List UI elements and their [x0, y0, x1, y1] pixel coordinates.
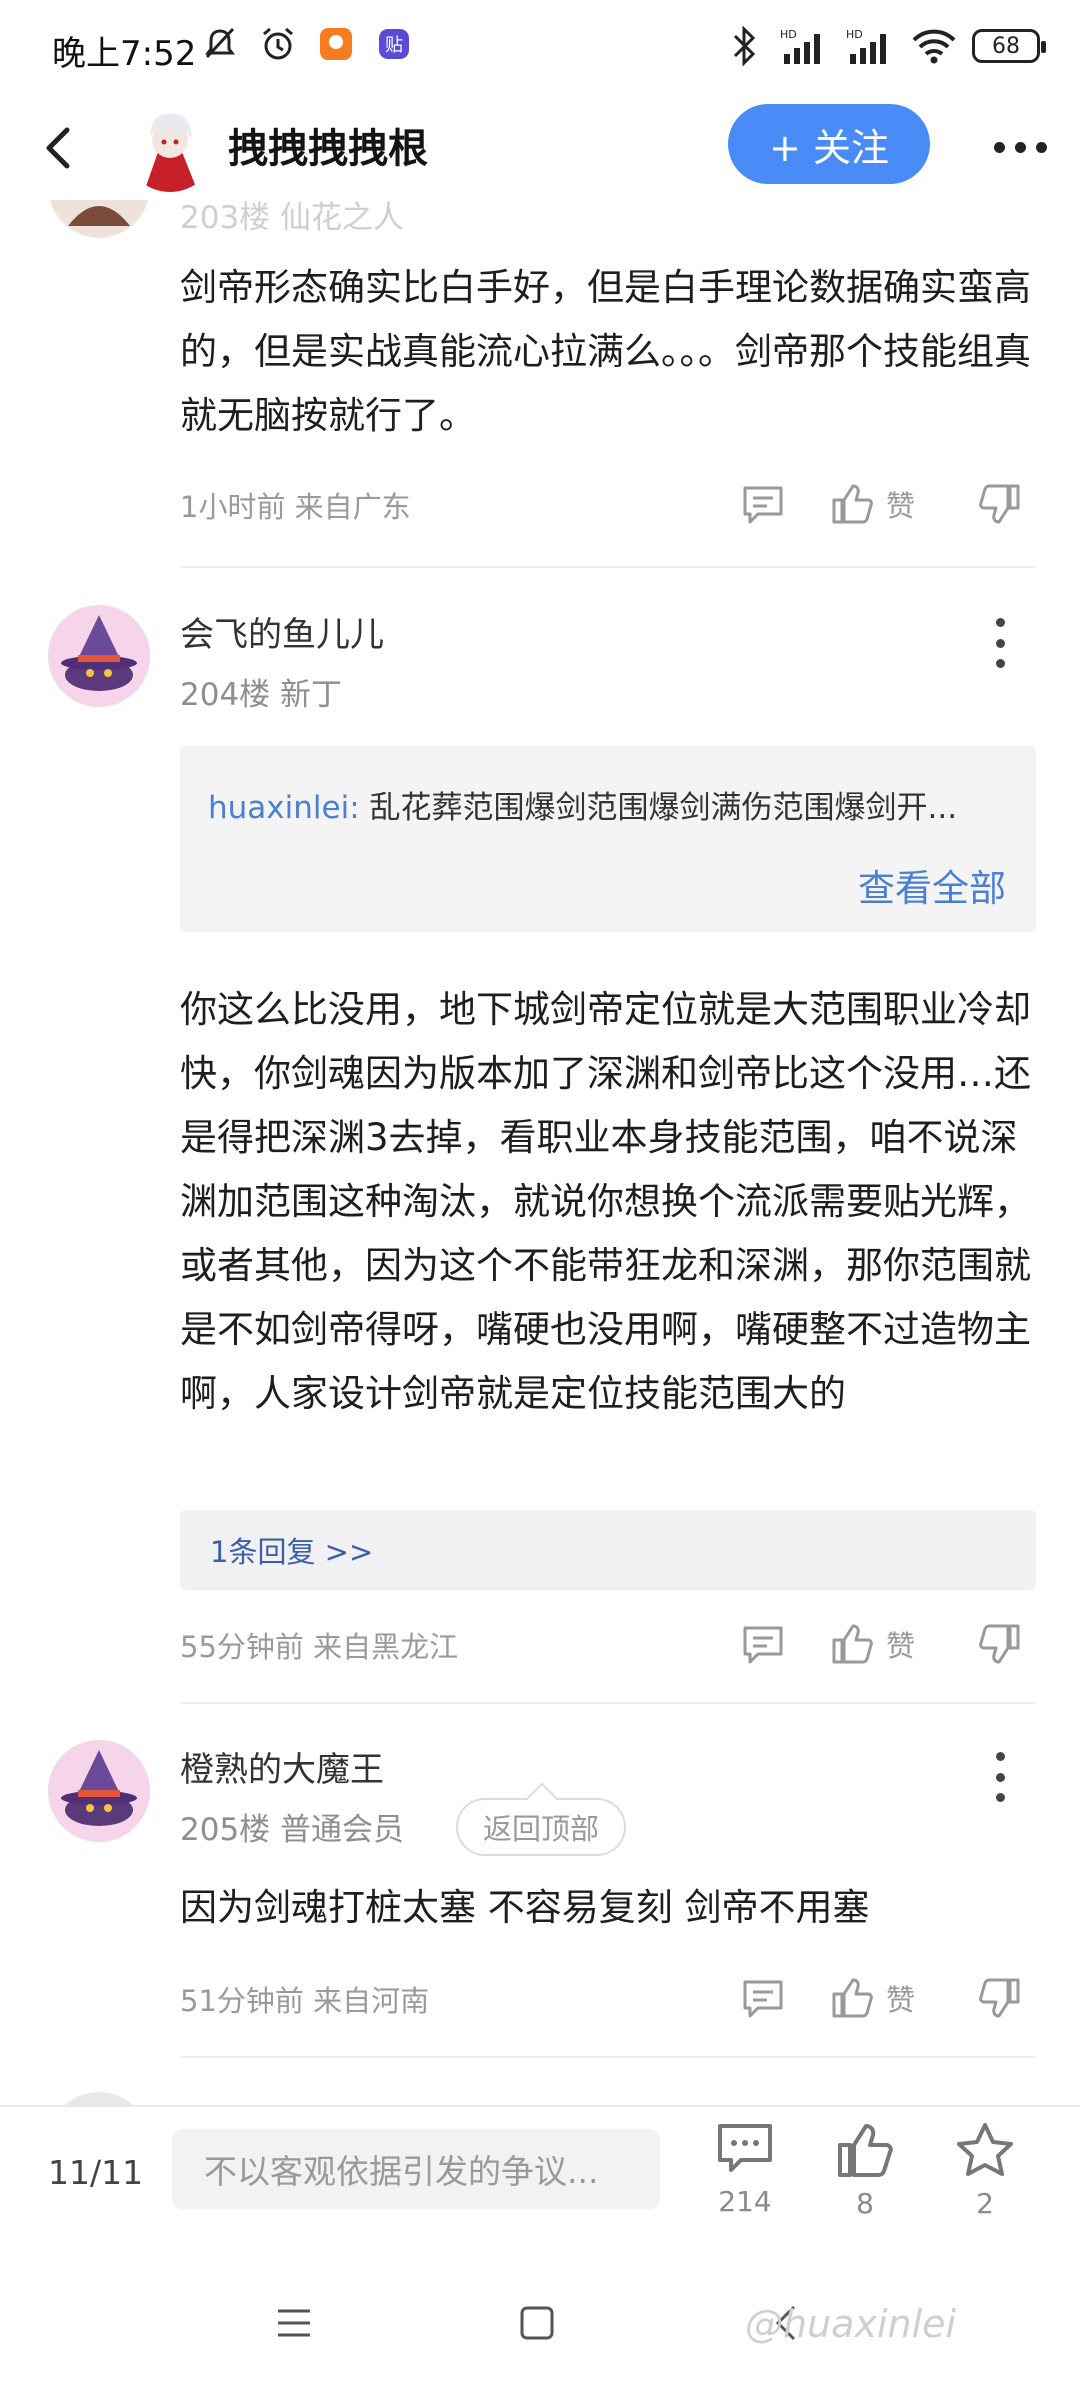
post-username[interactable]: 会飞的鱼儿儿 [180, 607, 384, 656]
post-floor-meta: 204楼 新丁 [180, 677, 343, 713]
star-icon [957, 2123, 1013, 2176]
more-dot-icon [1035, 141, 1047, 153]
back-to-top-button[interactable]: 返回顶部 [456, 1798, 626, 1856]
comment-icon[interactable] [740, 1976, 786, 2022]
view-all-link[interactable]: 查看全部 [858, 858, 1006, 912]
more-dot-icon [993, 141, 1005, 153]
comment-icon[interactable] [740, 482, 786, 528]
battery-indicator: 68 [972, 29, 1046, 63]
comment-icon [718, 2124, 772, 2172]
thumbs-down-icon[interactable] [978, 1622, 1026, 1668]
back-button[interactable] [30, 118, 86, 178]
thumbs-up-icon [832, 1978, 873, 2018]
post-text: 因为剑魂打桩太塞 不容易复刻 剑帝不用塞 [180, 1886, 870, 1929]
home-nav-button[interactable] [497, 2288, 577, 2358]
sub-reply-link[interactable]: 1条回复 >> [180, 1510, 1036, 1590]
status-icons-right: HD HD 68 [724, 26, 1046, 66]
bluetooth-icon [724, 26, 764, 66]
menu-icon [278, 2309, 310, 2337]
status-icons-left: 贴 [200, 24, 414, 64]
likes-count: 8 [856, 2187, 874, 2220]
app-notification-icon [316, 24, 356, 64]
follow-button[interactable]: + 关注 [728, 104, 930, 184]
tieba-badge-icon: 贴 [374, 24, 414, 64]
post-text: 剑帝形态确实比白手好，但是白手理论数据确实蛮高的，但是实战真能流心拉满么。。。剑… [180, 266, 1031, 437]
like-label: 赞 [886, 1983, 916, 2017]
thread-header: 拽拽拽拽根 + 关注 [0, 96, 1080, 200]
post-actions: 55分钟前 来自黑龙江 赞 [180, 1616, 1040, 1672]
quoted-content: 乱花葬范围爆剑范围爆剑满伤范围爆剑开... [359, 790, 958, 826]
post-username[interactable]: 橙熟的大魔王 [180, 1742, 384, 1791]
status-bar: 晚上7:52 贴 HD HD 68 [0, 0, 1080, 96]
thumbs-up-icon [838, 2124, 893, 2177]
thumbs-down-icon[interactable] [978, 482, 1026, 528]
more-dot-icon [1014, 141, 1026, 153]
like-label: 赞 [886, 1629, 916, 1663]
menu-nav-button[interactable] [254, 2288, 334, 2358]
svg-text:HD: HD [846, 28, 863, 41]
post-divider [180, 2056, 1036, 2058]
thumbs-up-icon [832, 1624, 873, 1664]
post-more-button[interactable] [990, 618, 1010, 668]
post-floor-meta: 203楼 仙花之人 [180, 200, 405, 236]
quoted-reply-text: huaxinlei: 乱花葬范围爆剑范围爆剑满伤范围爆剑开... [208, 782, 1018, 827]
wifi-icon [910, 26, 958, 66]
alarm-icon [258, 24, 298, 64]
watermark: @huaxinlei [745, 2302, 957, 2346]
post-divider [180, 566, 1036, 568]
post-actions: 1小时前 来自广东 赞 [180, 476, 1040, 532]
chevron-left-icon [46, 127, 70, 169]
signal-icon-1: HD [778, 26, 830, 66]
status-time: 晚上7:52 [52, 34, 197, 74]
svg-text:贴: 贴 [385, 35, 403, 56]
mute-icon [200, 24, 240, 64]
like-label: 赞 [886, 489, 916, 523]
signal-icon-2: HD [844, 26, 896, 66]
page-indicator[interactable]: 11/11 [48, 2153, 143, 2192]
favorites-count: 2 [976, 2187, 994, 2220]
thread-author-name: 拽拽拽拽根 [228, 126, 428, 172]
post-time: 55分钟前 来自黑龙江 [180, 1630, 459, 1664]
more-options-button[interactable] [980, 122, 1060, 172]
post-time: 51分钟前 来自河南 [180, 1984, 430, 2018]
like-button[interactable]: 赞 [830, 1620, 940, 1668]
favorite-button[interactable]: 2 [940, 2121, 1030, 2241]
square-home-icon [520, 2306, 554, 2340]
avatar[interactable] [48, 605, 150, 707]
quoted-reply[interactable]: huaxinlei: 乱花葬范围爆剑范围爆剑满伤范围爆剑开... 查看全部 [180, 746, 1036, 932]
reply-input[interactable]: 不以客观依据引发的争议... [172, 2129, 660, 2209]
svg-text:HD: HD [780, 28, 797, 41]
post-divider [180, 1702, 1036, 1704]
post-floor-meta: 205楼 普通会员 [180, 1812, 405, 1848]
post-time: 1小时前 来自广东 [180, 490, 411, 524]
like-button[interactable]: 赞 [830, 480, 940, 528]
next-post-avatar-partial [48, 2092, 150, 2105]
comment-icon[interactable] [740, 1622, 786, 1668]
author-avatar[interactable] [124, 100, 216, 192]
quoted-username[interactable]: huaxinlei: [208, 790, 360, 826]
post-actions: 51分钟前 来自河南 赞 [180, 1970, 1040, 2026]
thumbs-up-icon [832, 484, 873, 524]
bottom-reply-bar: 11/11 不以客观依据引发的争议... 214 8 2 [0, 2105, 1080, 2250]
thumbs-down-icon[interactable] [978, 1976, 1026, 2022]
avatar[interactable] [48, 200, 150, 238]
like-button[interactable]: 赞 [830, 1974, 940, 2022]
post-text: 你这么比没用，地下城剑帝定位就是大范围职业冷却快，你剑魂因为版本加了深渊和剑帝比… [180, 988, 1031, 1415]
like-thread-button[interactable]: 8 [820, 2121, 910, 2241]
comments-count: 214 [718, 2185, 772, 2218]
comments-button[interactable]: 214 [700, 2121, 790, 2241]
post-more-button[interactable] [990, 1752, 1010, 1802]
avatar[interactable] [48, 1740, 150, 1842]
